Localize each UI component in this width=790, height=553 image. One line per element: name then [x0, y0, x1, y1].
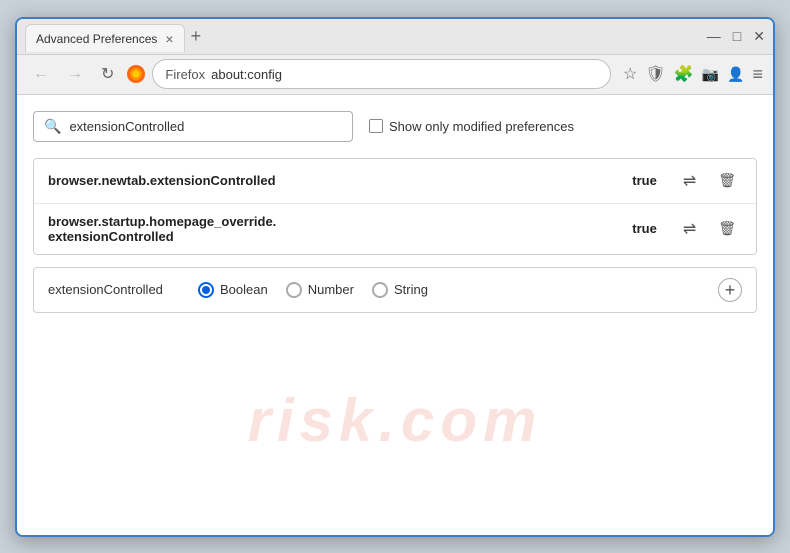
- radio-number-circle[interactable]: [286, 282, 302, 298]
- add-preference-button[interactable]: +: [718, 278, 742, 302]
- type-radio-group: Boolean Number String: [198, 282, 698, 298]
- pref-name-1: browser.newtab.extensionControlled: [48, 173, 622, 188]
- pref-value-1: true: [632, 173, 657, 188]
- shield-icon[interactable]: 🛡: [645, 64, 665, 84]
- preferences-table: browser.newtab.extensionControlled true …: [33, 158, 757, 255]
- bookmark-icon[interactable]: ☆: [623, 64, 637, 84]
- preference-search-box[interactable]: 🔍: [33, 111, 353, 142]
- reload-button[interactable]: ↻: [95, 60, 120, 88]
- close-button[interactable]: ✕: [753, 29, 765, 43]
- content-area: 🔍 Show only modified preferences browser…: [17, 95, 773, 535]
- radio-string-circle[interactable]: [372, 282, 388, 298]
- radio-number-label: Number: [308, 282, 354, 297]
- new-tab-button[interactable]: +: [191, 27, 202, 45]
- trash-icon-1: 🗑: [718, 172, 736, 188]
- pref-swap-button-1[interactable]: ⇌: [677, 169, 702, 193]
- show-modified-label[interactable]: Show only modified preferences: [369, 119, 574, 134]
- browser-window: Advanced Preferences × + — □ ✕ ← → ↻ Fir…: [15, 17, 775, 537]
- radio-boolean[interactable]: Boolean: [198, 282, 268, 298]
- swap-icon-1: ⇌: [683, 173, 696, 190]
- new-pref-name: extensionControlled: [48, 282, 178, 297]
- radio-string-label: String: [394, 282, 428, 297]
- search-row: 🔍 Show only modified preferences: [33, 111, 757, 142]
- nav-icons: ☆ 🛡 🧩 📷 👤 ≡: [623, 64, 763, 85]
- pref-value-2: true: [632, 221, 657, 236]
- pref-name-2: browser.startup.homepage_override. exten…: [48, 214, 622, 244]
- address-bar[interactable]: Firefox about:config: [152, 59, 611, 89]
- swap-icon-2: ⇌: [683, 221, 696, 238]
- pref-delete-button-2[interactable]: 🗑: [712, 218, 742, 240]
- nav-bar: ← → ↻ Firefox about:config ☆ 🛡 🧩 📷 👤 ≡: [17, 55, 773, 95]
- menu-icon[interactable]: ≡: [752, 64, 763, 85]
- radio-string[interactable]: String: [372, 282, 428, 298]
- radio-boolean-circle[interactable]: [198, 282, 214, 298]
- forward-button[interactable]: →: [61, 61, 89, 87]
- pref-swap-button-2[interactable]: ⇌: [677, 217, 702, 241]
- radio-number[interactable]: Number: [286, 282, 354, 298]
- table-row: browser.newtab.extensionControlled true …: [34, 159, 756, 204]
- search-input[interactable]: [69, 119, 342, 134]
- back-button[interactable]: ←: [27, 61, 55, 87]
- new-preference-row: extensionControlled Boolean Number Strin…: [33, 267, 757, 313]
- table-row: browser.startup.homepage_override. exten…: [34, 204, 756, 254]
- radio-boolean-label: Boolean: [220, 282, 268, 297]
- trash-icon-2: 🗑: [718, 220, 736, 236]
- browser-tab[interactable]: Advanced Preferences ×: [25, 24, 185, 52]
- content-wrapper: 🔍 Show only modified preferences browser…: [17, 95, 773, 535]
- account-icon[interactable]: 👤: [727, 66, 744, 83]
- tab-close-button[interactable]: ×: [165, 32, 173, 46]
- firefox-label: Firefox: [165, 67, 205, 82]
- search-icon: 🔍: [44, 118, 61, 135]
- firefox-icon: [126, 64, 146, 84]
- pref-delete-button-1[interactable]: 🗑: [712, 170, 742, 192]
- title-bar-controls: — □ ✕: [707, 29, 765, 43]
- camera-icon[interactable]: 📷: [702, 66, 719, 83]
- show-modified-checkbox[interactable]: [369, 119, 383, 133]
- minimize-button[interactable]: —: [707, 29, 721, 43]
- tab-title: Advanced Preferences: [36, 32, 157, 46]
- address-text: about:config: [211, 67, 282, 82]
- title-bar: Advanced Preferences × + — □ ✕: [17, 19, 773, 55]
- maximize-button[interactable]: □: [733, 29, 741, 43]
- extension-icon[interactable]: 🧩: [674, 64, 694, 84]
- show-modified-text: Show only modified preferences: [389, 119, 574, 134]
